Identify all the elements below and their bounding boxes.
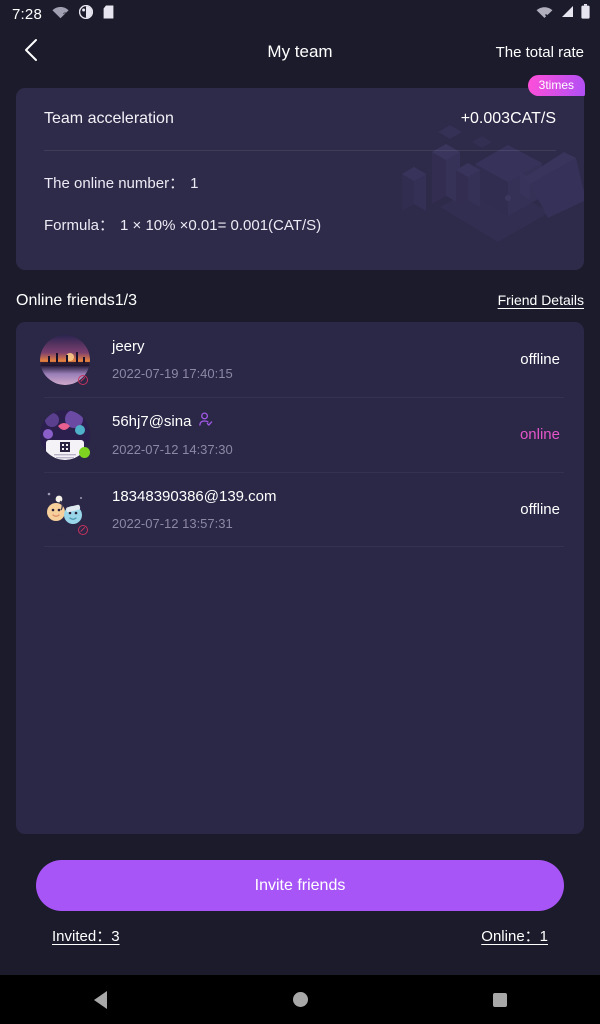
online-dot: [79, 446, 90, 458]
status-bar: 7:28 ?: [0, 0, 600, 28]
invited-count-link[interactable]: Invited：3: [52, 925, 120, 946]
back-button[interactable]: [16, 37, 46, 67]
table-row[interactable]: jeery 2022-07-19 17:40:15 offline: [30, 322, 570, 397]
team-acceleration-card: Team acceleration +0.003CAT/S The online…: [16, 88, 584, 270]
table-row[interactable]: 56hj7@sina 2022-07-12 14:37:30 online: [30, 397, 570, 472]
status-bar-left: 7:28 ?: [12, 4, 114, 24]
home-circle-icon: [292, 992, 308, 1007]
total-rate-link[interactable]: The total rate: [496, 44, 584, 61]
wifi-off-icon: [536, 5, 553, 24]
friend-info: jeery 2022-07-19 17:40:15: [112, 338, 520, 381]
friend-info: 18348390386@139.com 2022-07-12 13:57:31: [112, 488, 520, 531]
team-acceleration-section: 3times Team acceleration +0.003CAT/S The…: [16, 75, 585, 270]
status-badge: offline: [520, 351, 560, 368]
android-nav-bar: [0, 975, 600, 1024]
online-number-row: The online number： 1: [44, 172, 556, 193]
friend-timestamp: 2022-07-12 13:57:31: [112, 516, 233, 531]
nav-recents-button[interactable]: [460, 975, 540, 1024]
friend-timestamp: 2022-07-19 17:40:15: [112, 366, 233, 381]
formula-value: 1 × 10% ×0.01= 0.001(CAT/S): [120, 217, 322, 234]
bottom-stats: Invited：3 Online：1: [52, 925, 548, 946]
app-header: My team The total rate: [0, 28, 600, 76]
avatar: [40, 409, 90, 460]
friend-name: 18348390386@139.com: [112, 488, 277, 505]
recents-square-icon: [493, 992, 507, 1007]
back-triangle-icon: [93, 990, 107, 1009]
sd-card-icon: [103, 5, 114, 24]
friend-timestamp: 2022-07-12 14:37:30: [112, 442, 233, 457]
acceleration-summary-row: Team acceleration +0.003CAT/S: [44, 88, 556, 150]
wifi-question-icon: ?: [52, 5, 69, 24]
card-divider: [44, 150, 556, 151]
cellular-signal-icon: [560, 5, 574, 23]
online-number-label: The online number：: [44, 175, 185, 192]
acceleration-value: +0.003CAT/S: [460, 110, 556, 127]
friend-name: jeery: [112, 338, 145, 355]
status-badge: offline: [520, 501, 560, 518]
status-bar-right: [536, 4, 590, 24]
chevron-left-icon: [24, 38, 38, 67]
verified-person-icon: [198, 412, 213, 431]
invite-friends-button[interactable]: Invite friends: [36, 860, 564, 911]
formula-label: Formula：: [44, 217, 115, 234]
offline-dot: [78, 374, 88, 385]
acceleration-label: Team acceleration: [44, 110, 174, 127]
avatar: [40, 334, 90, 385]
offline-dot: [78, 524, 88, 535]
times-badge: 3times: [527, 75, 585, 96]
online-number-value: 1: [190, 175, 199, 192]
friend-name: 56hj7@sina: [112, 412, 520, 431]
status-badge: online: [519, 426, 560, 443]
nav-home-button[interactable]: [260, 975, 340, 1024]
online-count-link[interactable]: Online：1: [481, 925, 548, 946]
online-friends-title: Online friends1/3: [16, 292, 137, 309]
friends-list-panel: jeery 2022-07-19 17:40:15 offline 56hj7@…: [16, 322, 584, 834]
theme-circle-icon: [78, 4, 94, 24]
formula-row: Formula： 1 × 10% ×0.01= 0.001(CAT/S): [44, 214, 556, 235]
table-row[interactable]: 18348390386@139.com 2022-07-12 13:57:31 …: [30, 472, 570, 547]
svg-text:?: ?: [63, 12, 67, 19]
friend-info: 56hj7@sina 2022-07-12 14:37:30: [112, 412, 520, 457]
avatar: [40, 484, 90, 535]
nav-back-button[interactable]: [60, 975, 140, 1024]
battery-icon: [581, 4, 590, 24]
status-bar-clock: 7:28: [12, 5, 42, 23]
friends-section-header: Online friends1/3 Friend Details: [16, 292, 584, 310]
friend-details-link[interactable]: Friend Details: [498, 292, 584, 308]
